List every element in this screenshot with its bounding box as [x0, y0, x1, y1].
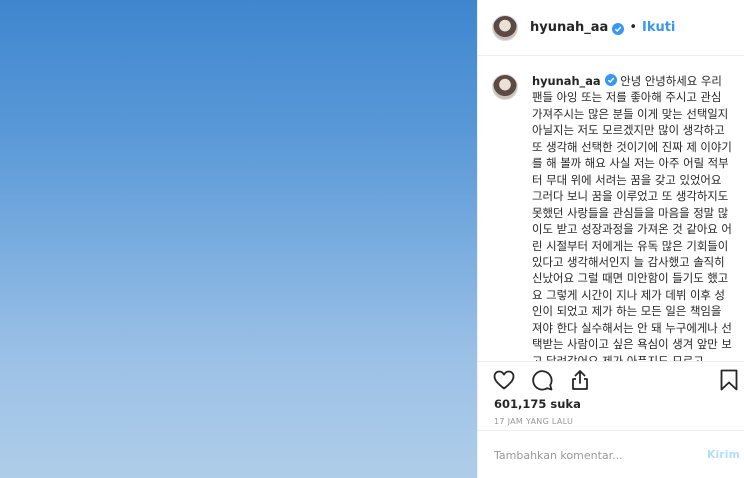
- heart-icon[interactable]: [492, 368, 516, 392]
- verified-badge-icon: [612, 22, 625, 35]
- caption-username[interactable]: hyunah_aa: [532, 74, 601, 88]
- caption: hyunah_aa 안녕 안녕하세요 우리 팬들 아잉 또는 저를 좋아해 주시…: [532, 73, 732, 361]
- comments-area[interactable]: hyunah_aa 안녕 안녕하세요 우리 팬들 아잉 또는 저를 좋아해 주시…: [478, 57, 744, 361]
- post-header: hyunah_aa • Ikuti: [478, 0, 744, 56]
- comment-bubble-icon[interactable]: [530, 368, 554, 392]
- like-count[interactable]: 601,175 suka: [494, 397, 581, 411]
- comment-input[interactable]: [492, 445, 696, 465]
- add-comment-bar: Kirim: [478, 430, 744, 478]
- post-photo[interactable]: [0, 0, 477, 478]
- verified-badge-icon: [604, 74, 617, 86]
- follow-button[interactable]: Ikuti: [642, 20, 675, 35]
- caption-avatar[interactable]: [492, 74, 518, 100]
- post-timestamp[interactable]: 17 JAM YANG LALU: [494, 417, 573, 426]
- separator-dot: •: [629, 20, 637, 35]
- share-upload-icon[interactable]: [568, 368, 592, 392]
- caption-text: 안녕 안녕하세요 우리 팬들 아잉 또는 저를 좋아해 주시고 관심 가져주시는…: [532, 74, 732, 361]
- post-side-panel: hyunah_aa • Ikuti hyunah_aa 안녕 안녕하세요 우리 …: [477, 0, 744, 478]
- username-link[interactable]: hyunah_aa: [530, 20, 608, 35]
- bookmark-icon[interactable]: [717, 368, 741, 392]
- submit-comment-button[interactable]: Kirim: [707, 448, 740, 461]
- action-bar: 601,175 suka 17 JAM YANG LALU: [478, 361, 744, 426]
- avatar[interactable]: [492, 14, 518, 41]
